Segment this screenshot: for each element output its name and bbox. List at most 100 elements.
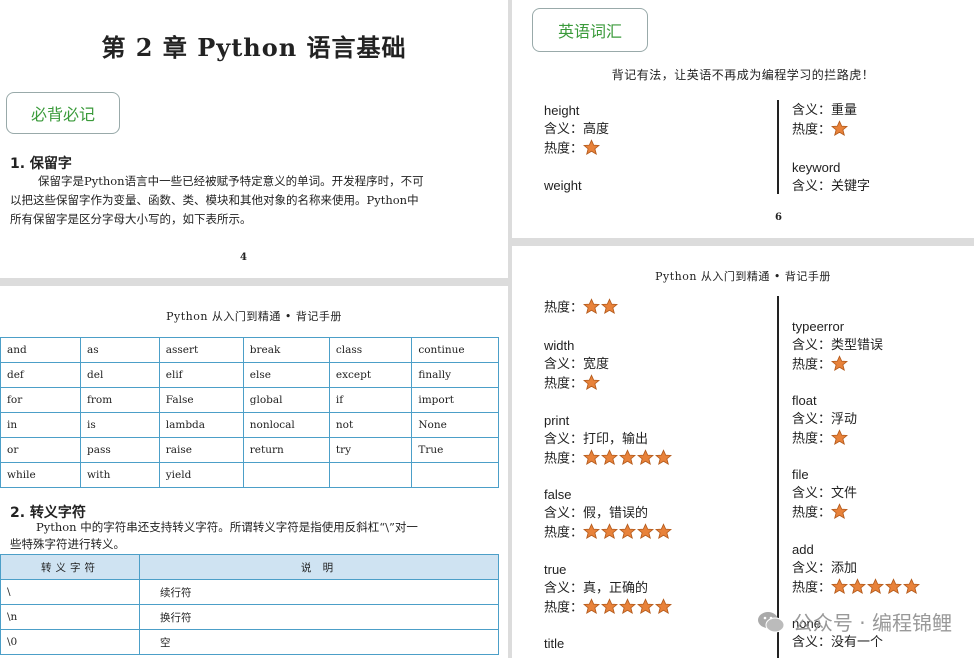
table-cell: import bbox=[411, 387, 499, 413]
vocab-meaning-line: 含义：浮动 bbox=[792, 410, 857, 429]
heat-label: 热度： bbox=[792, 357, 832, 373]
section-heading-reserved-words: 1. 保留字 bbox=[10, 156, 72, 172]
star-icon bbox=[849, 578, 867, 595]
english-vocab-box: 英语词汇 bbox=[532, 8, 648, 52]
vocab-entry-float: float 含义：浮动 热度： bbox=[792, 391, 857, 449]
vocab-word: file bbox=[792, 467, 809, 482]
table-row: \0 空 bbox=[0, 629, 499, 655]
meaning-value: 真，正确的 bbox=[583, 581, 649, 596]
star-icon bbox=[583, 298, 601, 315]
star-icon bbox=[619, 598, 637, 615]
table-header-cell: 转义字符 bbox=[0, 554, 140, 580]
table-header-cell: 说 明 bbox=[139, 554, 499, 580]
vocab-meaning-line: 含义：文件 bbox=[792, 484, 857, 503]
meaning-label: 含义： bbox=[544, 581, 584, 596]
vocab-heat-line: 热度： bbox=[792, 503, 857, 523]
table-row: and as assert break class continue bbox=[0, 337, 499, 363]
vocab-word: float bbox=[792, 393, 817, 408]
heat-label: 热度： bbox=[792, 580, 832, 596]
vocab-entry-height: height 含义：高度 热度： bbox=[544, 101, 609, 159]
table-cell: continue bbox=[411, 337, 499, 363]
star-icon bbox=[885, 578, 903, 595]
table-row: or pass raise return try True bbox=[0, 437, 499, 463]
star-icon bbox=[903, 578, 921, 595]
meaning-label: 含义： bbox=[792, 486, 832, 501]
star-icon bbox=[601, 449, 619, 466]
meaning-value: 浮动 bbox=[831, 412, 858, 427]
table-cell: assert bbox=[158, 337, 244, 363]
star-icon bbox=[831, 429, 849, 446]
star-rating bbox=[583, 449, 673, 469]
book-page-4: 第 2 章 Python 语言基础 必背必记 1. 保留字 保留字是Python… bbox=[0, 0, 508, 278]
meaning-value: 文件 bbox=[831, 486, 858, 501]
star-icon bbox=[831, 120, 849, 137]
star-icon bbox=[619, 523, 637, 540]
table-row: \ 续行符 bbox=[0, 579, 499, 605]
vocab-entry-width: width 含义：宽度 热度： bbox=[544, 336, 609, 394]
table-row: in is lambda nonlocal not None bbox=[0, 412, 499, 438]
table-cell: raise bbox=[158, 437, 244, 463]
star-icon bbox=[655, 449, 673, 466]
table-cell: 空 bbox=[139, 629, 499, 655]
vocab-word: weight bbox=[544, 178, 582, 193]
book-page-6: 英语词汇 背记有法，让英语不再成为编程学习的拦路虎！ height 含义：高度 … bbox=[512, 0, 974, 238]
vocab-heat-line: 热度： bbox=[544, 449, 673, 469]
table-header-row: 转义字符 说 明 bbox=[0, 554, 499, 580]
vocab-meaning-line: 含义：重量 bbox=[792, 101, 857, 120]
vocab-entry-weight: weight bbox=[544, 176, 582, 195]
star-rating bbox=[831, 578, 921, 598]
table-cell: from bbox=[80, 387, 160, 413]
table-row: while with yield bbox=[0, 462, 499, 488]
table-cell: lambda bbox=[158, 412, 244, 438]
vocab-meaning-line: 含义：添加 bbox=[792, 559, 921, 578]
reserved-words-table: and as assert break class continue def del elif e… bbox=[0, 337, 499, 488]
star-icon bbox=[601, 523, 619, 540]
vocab-entry-continued: 热度： bbox=[544, 298, 619, 318]
vocab-meaning-line: 含义：假，错误的 bbox=[544, 504, 673, 523]
star-icon bbox=[637, 523, 655, 540]
heat-label: 热度： bbox=[792, 431, 832, 447]
heat-label: 热度： bbox=[544, 300, 584, 316]
star-icon bbox=[637, 449, 655, 466]
table-cell: break bbox=[242, 337, 330, 363]
star-rating bbox=[831, 429, 849, 449]
vocab-heat-line: 热度： bbox=[544, 523, 673, 543]
table-cell: True bbox=[411, 437, 499, 463]
vocab-heat-line: 热度： bbox=[792, 120, 857, 140]
meaning-value: 类型错误 bbox=[831, 338, 884, 353]
book-page-5: Python 从入门到精通 • 背记手册 and as assert break cla… bbox=[0, 286, 508, 658]
wechat-icon bbox=[757, 611, 785, 632]
vocab-word: print bbox=[544, 413, 570, 428]
star-icon bbox=[601, 298, 619, 315]
vocab-meaning-line: 含义：类型错误 bbox=[792, 336, 883, 355]
meaning-value: 打印，输出 bbox=[583, 432, 649, 447]
table-cell: as bbox=[80, 337, 160, 363]
vocab-word: keyword bbox=[792, 160, 841, 175]
star-rating bbox=[583, 598, 673, 618]
meaning-label: 含义： bbox=[544, 506, 584, 521]
vocab-word: false bbox=[544, 487, 572, 502]
column-divider bbox=[777, 296, 779, 658]
table-cell: elif bbox=[158, 362, 244, 388]
table-cell: \n bbox=[0, 604, 140, 630]
table-cell: with bbox=[80, 462, 160, 488]
table-cell: or bbox=[0, 437, 82, 463]
table-cell: finally bbox=[411, 362, 499, 388]
table-cell: return bbox=[242, 437, 330, 463]
vocab-meaning-line: 含义：打印，输出 bbox=[544, 430, 673, 449]
star-rating bbox=[831, 120, 849, 140]
vocab-word: add bbox=[792, 542, 814, 557]
star-icon bbox=[655, 523, 673, 540]
table-cell: False bbox=[158, 387, 244, 413]
vocab-word: typeerror bbox=[792, 319, 845, 334]
table-cell: \0 bbox=[0, 629, 140, 655]
running-head: Python 从入门到精通 • 背记手册 bbox=[166, 310, 342, 323]
meaning-value: 关键字 bbox=[831, 179, 871, 194]
chapter-title: 第 2 章 Python 语言基础 bbox=[101, 33, 407, 62]
vocab-entry-add: add 含义：添加 热度： bbox=[792, 540, 921, 598]
meaning-value: 没有一个 bbox=[831, 635, 884, 650]
table-cell bbox=[328, 462, 413, 488]
table-row: for from False global if import bbox=[0, 387, 499, 413]
heat-label: 热度： bbox=[544, 376, 584, 392]
meaning-label: 含义： bbox=[544, 122, 584, 137]
